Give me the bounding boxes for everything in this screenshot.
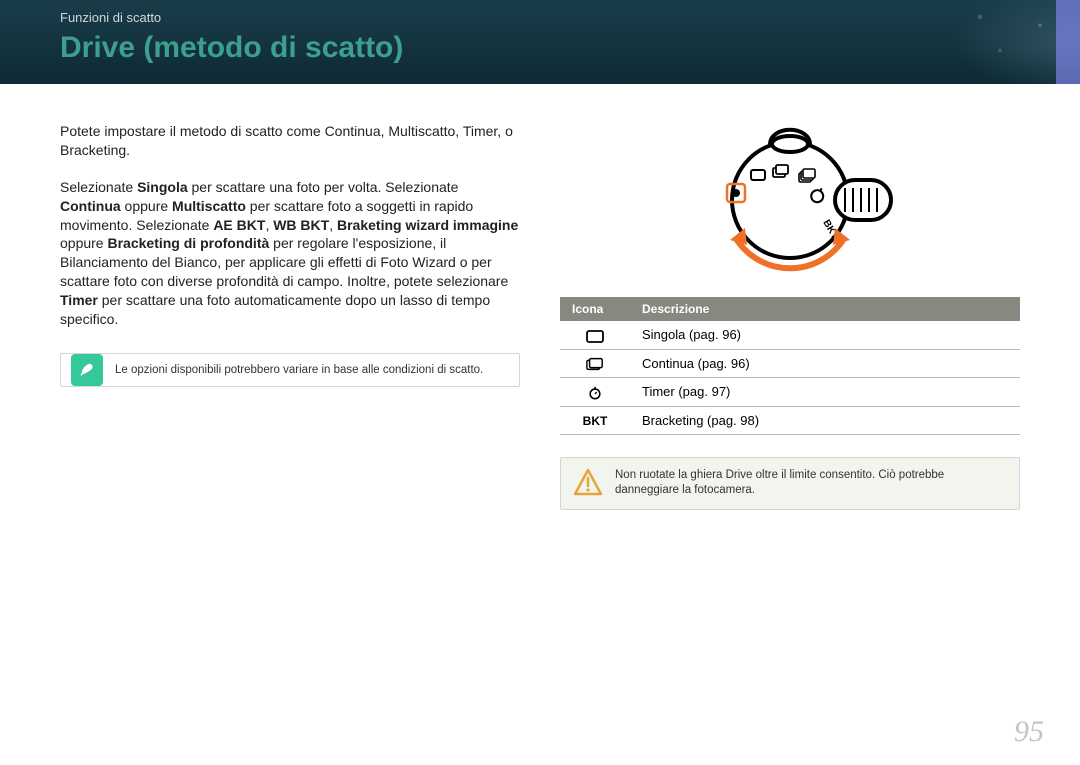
left-column: Potete impostare il metodo di scatto com… (60, 122, 520, 510)
table-row: Continua (pag. 96) (560, 349, 1020, 378)
continuous-shot-icon (560, 349, 630, 378)
page-number: 95 (1014, 715, 1044, 749)
th-icon: Icona (560, 297, 630, 321)
row-desc: Timer (pag. 97) (630, 378, 1020, 407)
timer-icon (560, 378, 630, 407)
table-row: Singola (pag. 96) (560, 321, 1020, 349)
right-column: BKT Icona Descrizione Singola (pa (560, 122, 1020, 510)
warning-text: Non ruotate la ghiera Drive oltre il lim… (615, 469, 944, 497)
body-bold: Braketing wizard immagine (337, 217, 518, 233)
warning-box: Non ruotate la ghiera Drive oltre il lim… (560, 457, 1020, 510)
body-bold: Singola (137, 179, 188, 195)
note-text: Le opzioni disponibili potrebbero variar… (115, 364, 483, 376)
body-bold: Multiscatto (172, 198, 246, 214)
body-text: per scattare una foto per volta. Selezio… (188, 179, 459, 195)
body-text: per scattare una foto automaticamente do… (60, 292, 490, 327)
icon-table: Icona Descrizione Singola (pag. 96) Cont… (560, 297, 1020, 435)
side-tab (1056, 0, 1080, 84)
page-title: Drive (metodo di scatto) (60, 31, 1080, 65)
bracketing-icon: BKT (560, 406, 630, 434)
bkt-text: BKT (583, 414, 608, 428)
pen-icon (71, 354, 103, 386)
intro-paragraph: Potete impostare il metodo di scatto com… (60, 122, 520, 160)
row-desc: Singola (pag. 96) (630, 321, 1020, 349)
breadcrumb: Funzioni di scatto (60, 10, 1080, 25)
body-text: oppure (60, 235, 107, 251)
body-paragraph: Selezionate Singola per scattare una fot… (60, 178, 520, 329)
body-bold: Bracketing di profondità (107, 235, 269, 251)
header-banner: Funzioni di scatto Drive (metodo di scat… (0, 0, 1080, 84)
note-box: Le opzioni disponibili potrebbero variar… (60, 353, 520, 387)
body-text: Selezionate (60, 179, 137, 195)
body-bold: Continua (60, 198, 121, 214)
th-desc: Descrizione (630, 297, 1020, 321)
drive-dial-illustration: BKT (560, 122, 1020, 277)
body-bold: Timer (60, 292, 98, 308)
content-area: Potete impostare il metodo di scatto com… (0, 84, 1080, 510)
row-desc: Bracketing (pag. 98) (630, 406, 1020, 434)
table-row: Timer (pag. 97) (560, 378, 1020, 407)
row-desc: Continua (pag. 96) (630, 349, 1020, 378)
body-text: oppure (121, 198, 172, 214)
body-bold: AE BKT (213, 217, 265, 233)
body-text: , (329, 217, 337, 233)
body-bold: WB BKT (273, 217, 329, 233)
table-row: BKT Bracketing (pag. 98) (560, 406, 1020, 434)
single-shot-icon (560, 321, 630, 349)
warning-icon (573, 468, 603, 498)
